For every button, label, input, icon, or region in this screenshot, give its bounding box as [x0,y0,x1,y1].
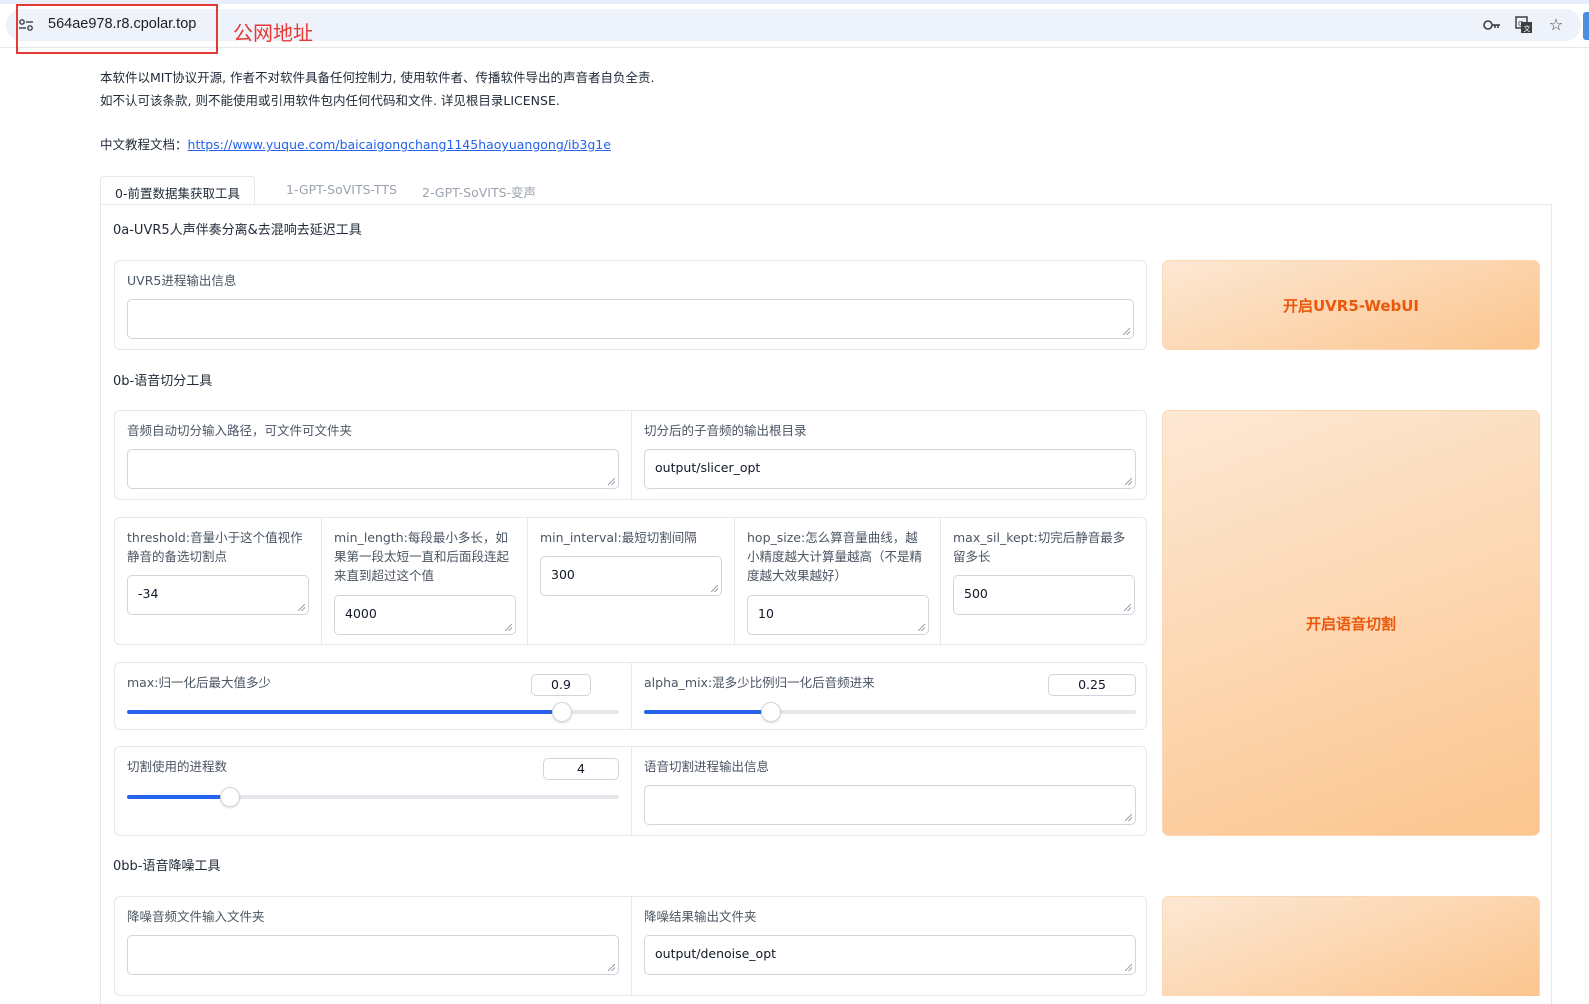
slicer-input-cell: 音频自动切分输入路径，可文件可文件夹 [115,411,631,499]
license-notice: 本软件以MIT协议开源, 作者不对软件具备任何控制力, 使用软件者、传播软件导出… [100,66,654,112]
slicer-info-label: 语音切割进程输出信息 [644,759,770,774]
slicer-output-textarea[interactable]: output/slicer_opt [644,449,1136,489]
slicer-output-cell: 切分后的子音频的输出根目录 output/slicer_opt [631,411,1147,499]
star-icon[interactable]: ☆ [1545,14,1567,36]
slicer-title: 0b-语音切分工具 [113,374,213,389]
key-icon[interactable] [1481,14,1503,36]
open-uvr5-button[interactable]: 开启UVR5-WebUI [1162,260,1540,350]
slicer-params-box: threshold:音量小于这个值视作静音的备选切割点 -34 min_leng… [114,517,1147,645]
profile-edge[interactable] [1583,12,1589,40]
uvr5-output-textarea[interactable] [127,299,1134,339]
denoise-input-textarea[interactable] [127,935,619,975]
doc-link[interactable]: https://www.yuque.com/baicaigongchang114… [188,137,611,152]
translate-icon[interactable]: G文 [1513,14,1535,36]
alpha-number[interactable]: 0.25 [1048,674,1136,696]
slicer-input-textarea[interactable] [127,449,619,489]
license-line-2: 如不认可该条款, 则不能使用或引用软件包内任何代码和文件. 详见根目录LICEN… [100,93,560,108]
open-slicer-button[interactable]: 开启语音切割 [1162,410,1540,836]
doc-line: 中文教程文档：https://www.yuque.com/baicaigongc… [100,134,611,153]
procs-slider-thumb[interactable] [220,787,241,807]
uvr5-output-label: UVR5进程输出信息 [127,273,237,288]
threshold-label: threshold:音量小于这个值视作静音的备选切割点 [127,530,303,564]
doc-label: 中文教程文档： [100,137,188,152]
denoise-paths-box: 降噪音频文件输入文件夹 降噪结果输出文件夹 output/denoise_opt [114,896,1147,996]
max-cell: max:归一化后最大值多少 0.9 [115,663,631,729]
threshold-textarea[interactable]: -34 [127,575,309,615]
denoise-title: 0bb-语音降噪工具 [113,859,221,874]
browser-actions: G文 ☆ [1479,14,1589,36]
min-interval-textarea[interactable]: 300 [540,556,722,596]
tab-panel: 0a-UVR5人声伴奏分离&去混响去延迟工具 UVR5进程输出信息 开启UVR5… [100,204,1552,1004]
procs-slider-fill [127,795,231,799]
denoise-output-textarea[interactable]: output/denoise_opt [644,935,1136,975]
slicer-info-textarea[interactable] [644,785,1136,825]
alpha-cell: alpha_mix:混多少比例归一化后音频进来 0.25 [631,663,1147,729]
slicer-info-cell: 语音切割进程输出信息 [631,747,1147,835]
tab-tts[interactable]: 1-GPT-SoVITS-TTS [272,176,411,205]
min-length-label: min_length:每段最小多长，如果第一段太短一直和后面段连起来直到超过这个… [334,530,510,583]
max-slider-thumb[interactable] [552,702,573,722]
slicer-input-label: 音频自动切分输入路径，可文件可文件夹 [127,423,353,438]
procs-box: 切割使用的进程数 4 语音切割进程输出信息 [114,746,1147,836]
normalize-box: max:归一化后最大值多少 0.9 alpha_mix:混多少比例归一化后音频进… [114,662,1147,730]
denoise-input-cell: 降噪音频文件输入文件夹 [115,897,631,995]
uvr5-output-box: UVR5进程输出信息 [114,260,1147,350]
procs-number[interactable]: 4 [543,758,619,780]
max-slider-fill [127,710,563,714]
alpha-slider[interactable] [644,702,1136,722]
max-sil-label: max_sil_kept:切完后静音最多留多长 [953,530,1126,564]
min-interval-cell: min_interval:最短切割间隔 300 [527,518,734,644]
hop-size-textarea[interactable]: 10 [747,595,929,635]
max-sil-cell: max_sil_kept:切完后静音最多留多长 500 [940,518,1147,644]
procs-cell: 切割使用的进程数 4 [115,747,631,835]
tab-preprocess[interactable]: 0-前置数据集获取工具 [100,176,255,205]
tab-voice-change[interactable]: 2-GPT-SoVITS-变声 [408,176,550,205]
min-interval-label: min_interval:最短切割间隔 [540,530,697,545]
hop-size-label: hop_size:怎么算音量曲线，越小精度越大计算量越高（不是精度越大效果越好） [747,530,923,583]
min-length-cell: min_length:每段最小多长，如果第一段太短一直和后面段连起来直到超过这个… [321,518,527,644]
slicer-paths-box: 音频自动切分输入路径，可文件可文件夹 切分后的子音频的输出根目录 output/… [114,410,1147,500]
hop-size-cell: hop_size:怎么算音量曲线，越小精度越大计算量越高（不是精度越大效果越好）… [734,518,940,644]
procs-slider[interactable] [127,787,619,807]
license-line-1: 本软件以MIT协议开源, 作者不对软件具备任何控制力, 使用软件者、传播软件导出… [100,70,655,85]
slicer-output-label: 切分后的子音频的输出根目录 [644,423,807,438]
threshold-cell: threshold:音量小于这个值视作静音的备选切割点 -34 [115,518,321,644]
max-sil-textarea[interactable]: 500 [953,575,1135,615]
open-denoise-button[interactable] [1162,896,1540,996]
svg-text:文: 文 [1524,24,1531,33]
denoise-input-label: 降噪音频文件输入文件夹 [127,909,265,924]
annotation-label: 公网地址 [233,21,313,45]
max-number[interactable]: 0.9 [531,674,591,696]
alpha-slider-thumb[interactable] [760,702,781,722]
tab-strip [0,0,1589,4]
min-length-textarea[interactable]: 4000 [334,595,516,635]
annotation-box [16,4,218,54]
max-slider[interactable] [127,702,619,722]
uvr5-title: 0a-UVR5人声伴奏分离&去混响去延迟工具 [113,223,362,238]
denoise-output-cell: 降噪结果输出文件夹 output/denoise_opt [631,897,1147,995]
alpha-slider-fill [644,710,771,714]
denoise-output-label: 降噪结果输出文件夹 [644,909,757,924]
